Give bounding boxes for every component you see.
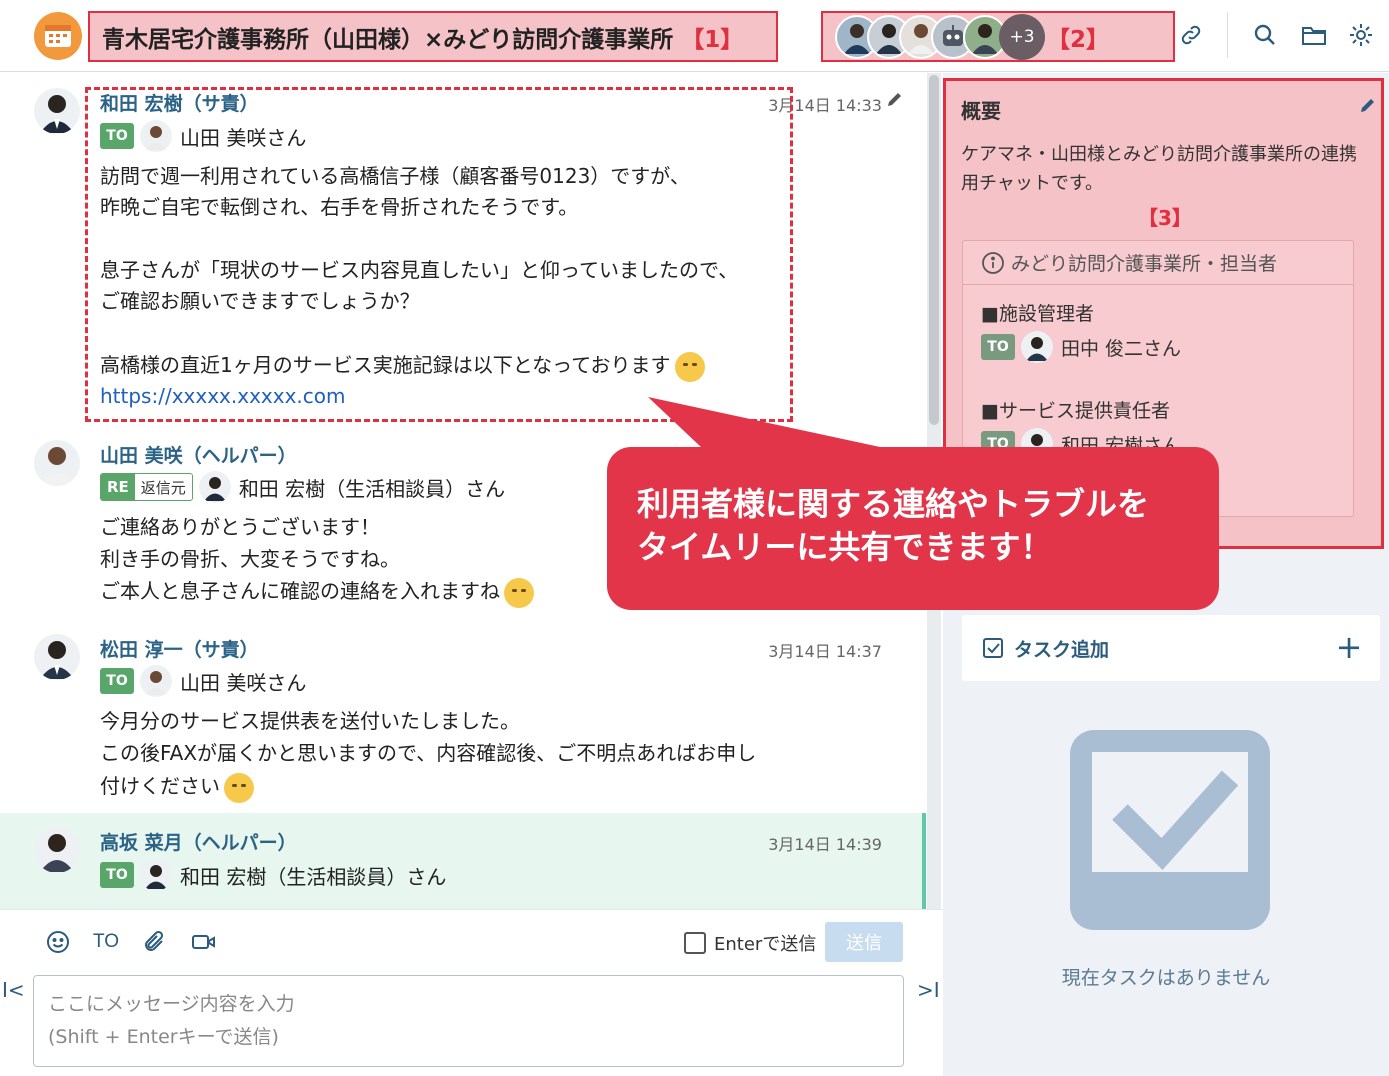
header-divider	[1227, 12, 1228, 58]
message-text: ご連絡ありがとうございます！	[100, 515, 380, 539]
room-icon	[34, 12, 82, 60]
message-text: この後FAXが届くかと思いますので、内容確認後、ご不明点あればお申し	[100, 741, 757, 765]
to-badge: TO	[100, 862, 134, 888]
folder-icon[interactable]	[1297, 18, 1331, 52]
collapse-right-icon[interactable]: >I	[917, 978, 940, 1002]
to-name: 和田 宏樹（生活相談員）さん	[238, 476, 506, 501]
message-sender[interactable]: 山田 美咲（ヘルパー）	[100, 441, 297, 468]
re-label: RE	[101, 474, 135, 500]
room-title-text: 青木居宅介護事務所（山田様）×みどり訪問介護事業所	[102, 26, 674, 53]
emoji-picker-icon[interactable]	[41, 925, 75, 959]
emoji-icon	[504, 577, 534, 608]
search-icon[interactable]	[1248, 18, 1282, 52]
to-name: 和田 宏樹（生活相談員）さん	[180, 864, 447, 889]
more-members-badge[interactable]: +3	[999, 13, 1045, 60]
avatar[interactable]	[34, 88, 80, 134]
message-input[interactable]: ここにメッセージ内容を入力 (Shift + Enterキーで送信)	[33, 975, 904, 1067]
message-text-with-emoji: 付けください	[100, 770, 254, 803]
message-text-with-emoji: ご本人と息子さんに確認の連絡を入れますね	[100, 575, 534, 608]
video-call-icon[interactable]	[187, 925, 221, 959]
tag-1: 【1】	[681, 26, 744, 53]
edit-overview-pencil-icon[interactable]	[1358, 95, 1378, 119]
settings-gear-icon[interactable]	[1344, 18, 1378, 52]
enter-to-send-checkbox[interactable]	[684, 932, 706, 954]
to-button[interactable]: TO	[89, 925, 123, 959]
message-time: 3月14日 14:37	[768, 642, 882, 661]
feature-callout: 利用者様に関する連絡やトラブルを タイムリーに共有できます！	[607, 447, 1219, 610]
link-icon[interactable]	[1174, 18, 1208, 52]
contact-name: 田中 俊二さん	[1061, 337, 1182, 360]
reply-line: RE 返信元 和田 宏樹（生活相談員）さん	[100, 471, 505, 503]
message-sender[interactable]: 松田 淳一（サ責）	[100, 635, 259, 662]
room-title: 青木居宅介護事務所（山田様）×みどり訪問介護事業所 【1】	[88, 11, 778, 62]
scrollbar-thumb[interactable]	[929, 75, 939, 425]
no-tasks-message: 現在タスクはありません	[1061, 967, 1271, 989]
message-time: 3月14日 14:39	[768, 835, 882, 854]
callout-line: タイムリーに共有できます！	[637, 528, 1053, 566]
section-facility-manager: ■施設管理者	[981, 303, 1094, 325]
tag-2: 【2】	[1047, 26, 1110, 53]
edit-pencil-icon[interactable]	[885, 89, 905, 113]
to-name: 山田 美咲さん	[180, 670, 307, 695]
send-button[interactable]: 送信	[825, 922, 903, 962]
message-text: 今月分のサービス提供表を送付いたしました。	[100, 709, 520, 733]
to-badge: TO	[100, 668, 134, 694]
member-list[interactable]: +3 【2】	[821, 11, 1175, 62]
attachment-clip-icon[interactable]	[137, 925, 171, 959]
task-add-card[interactable]: タスク追加	[962, 615, 1380, 681]
enter-to-send-label[interactable]: Enterで送信	[714, 930, 816, 956]
highlight-dashed-frame	[85, 87, 793, 422]
mini-avatar	[198, 471, 231, 503]
emoji-icon	[224, 772, 254, 803]
avatar[interactable]	[34, 440, 80, 486]
overview-description: ケアマネ・山田様とみどり訪問介護事業所の連携用チャットです。	[961, 144, 1357, 194]
mini-avatar	[140, 665, 172, 697]
mini-avatar	[1021, 331, 1053, 363]
message-text: 付けください	[100, 774, 220, 798]
facility-manager-contact[interactable]: TO 田中 俊二さん	[981, 331, 1181, 363]
message-text: 利き手の骨折、大変そうですね。	[100, 547, 400, 571]
collapse-left-icon[interactable]: I<	[2, 978, 25, 1002]
to-line: TO 和田 宏樹（生活相談員）さん	[100, 859, 446, 891]
empty-task-check-icon	[1070, 730, 1270, 930]
mini-avatar	[140, 859, 172, 891]
task-add-label: タスク追加	[1014, 638, 1110, 661]
info-box-title: みどり訪問介護事業所・担当者	[1011, 253, 1278, 275]
message-text: ご本人と息子さんに確認の連絡を入れますね	[100, 579, 500, 603]
reply-source-label: 返信元	[140, 478, 186, 497]
section-service-manager: ■サービス提供責任者	[981, 400, 1170, 422]
to-badge: TO	[981, 334, 1015, 360]
room-header: 青木居宅介護事務所（山田様）×みどり訪問介護事業所 【1】 +3 【2】	[0, 0, 1389, 72]
add-task-plus-icon[interactable]: +	[1332, 628, 1366, 666]
checkbox-icon	[983, 638, 1003, 658]
info-box-header: みどり訪問介護事業所・担当者	[963, 241, 1353, 285]
info-icon	[982, 251, 1004, 274]
reply-badge[interactable]: RE 返信元	[100, 473, 193, 501]
avatar[interactable]	[34, 634, 80, 680]
callout-line: 利用者様に関する連絡やトラブルを	[637, 485, 1150, 523]
avatar[interactable]	[34, 827, 80, 873]
overview-title: 概要	[961, 99, 1001, 123]
message-sender[interactable]: 高坂 菜月（ヘルパー）	[100, 828, 297, 855]
to-line: TO 山田 美咲さん	[100, 665, 306, 697]
tag-3: 【3】	[1138, 206, 1192, 230]
